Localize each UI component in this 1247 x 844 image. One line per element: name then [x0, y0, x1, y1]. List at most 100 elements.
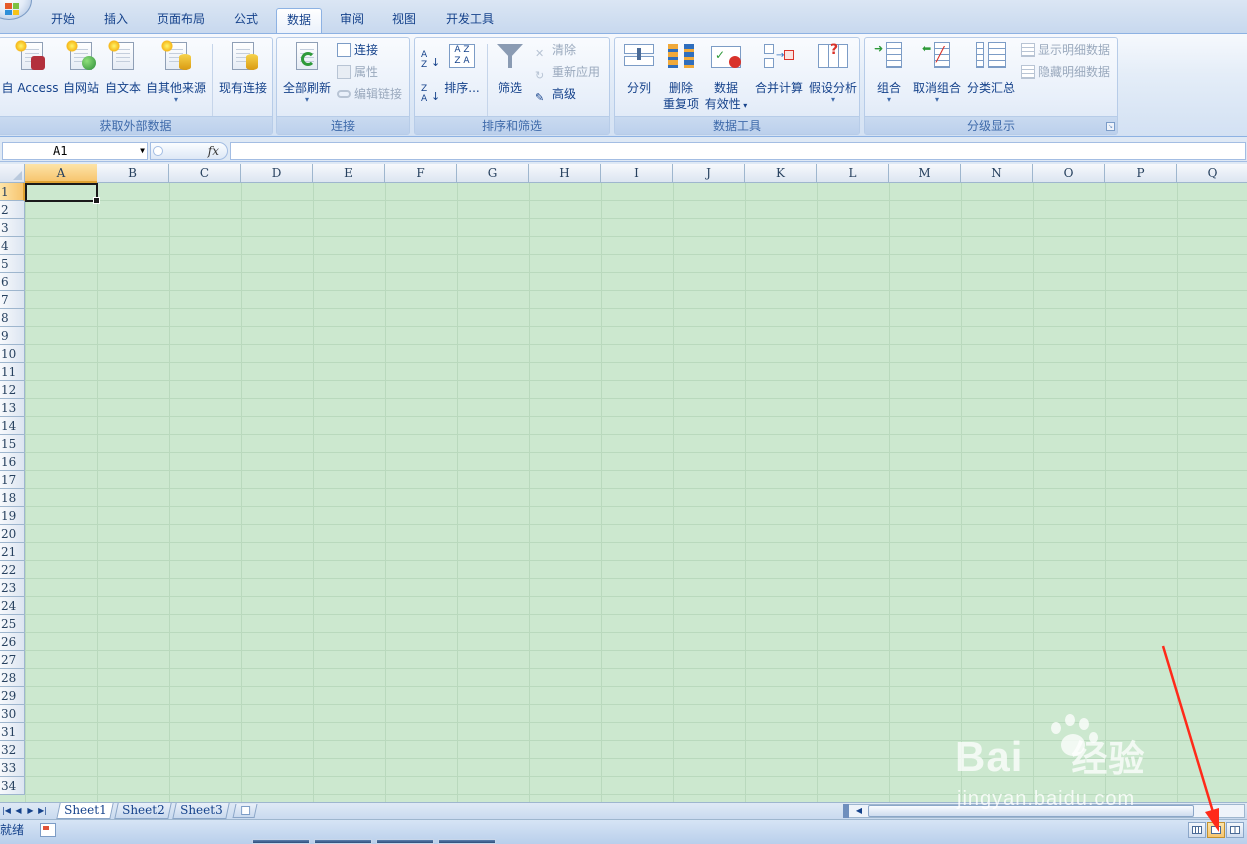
page-break-preview-button[interactable] [1226, 822, 1244, 838]
sort-button[interactable]: A ZZ A 排序... [443, 40, 481, 96]
column-header-d[interactable]: D [241, 164, 313, 183]
ungroup-button[interactable]: ⬅ ╱ 取消组合 ▾ [909, 40, 965, 104]
column-header-l[interactable]: L [817, 164, 889, 183]
column-header-i[interactable]: I [601, 164, 673, 183]
row-header-16[interactable]: 16 [0, 453, 25, 471]
properties-button[interactable]: 属性 [337, 62, 378, 82]
from-access-button[interactable]: 自 Access [1, 40, 59, 96]
row-header-29[interactable]: 29 [0, 687, 25, 705]
tab-review[interactable]: 审阅 [332, 8, 372, 34]
row-header-2[interactable]: 2 [0, 201, 25, 219]
row-header-4[interactable]: 4 [0, 237, 25, 255]
cell-area[interactable] [25, 183, 1247, 802]
tab-view[interactable]: 视图 [384, 8, 424, 34]
subtotal-button[interactable]: 分类汇总 [965, 40, 1017, 96]
row-header-24[interactable]: 24 [0, 597, 25, 615]
row-header-30[interactable]: 30 [0, 705, 25, 723]
row-header-26[interactable]: 26 [0, 633, 25, 651]
column-header-p[interactable]: P [1105, 164, 1177, 183]
connections-button[interactable]: 连接 [337, 40, 378, 60]
tab-home[interactable]: 开始 [44, 8, 82, 34]
active-cell[interactable] [25, 183, 100, 204]
formula-input[interactable] [230, 142, 1246, 160]
taskbar-item[interactable] [376, 839, 434, 844]
row-header-25[interactable]: 25 [0, 615, 25, 633]
page-layout-view-button[interactable] [1207, 822, 1225, 838]
row-header-3[interactable]: 3 [0, 219, 25, 237]
tab-insert[interactable]: 插入 [95, 8, 137, 34]
sort-descending-button[interactable]: ZA ↓ [419, 84, 441, 108]
sheet-tab-sheet3[interactable]: Sheet3 [172, 803, 230, 819]
row-header-21[interactable]: 21 [0, 543, 25, 561]
horizontal-scroll-thumb[interactable] [868, 805, 1194, 817]
insert-function-icon[interactable]: fx [208, 143, 219, 159]
tab-page-layout[interactable]: 页面布局 [148, 8, 214, 34]
column-header-f[interactable]: F [385, 164, 457, 183]
row-header-18[interactable]: 18 [0, 489, 25, 507]
remove-duplicates-button[interactable]: 删除 重复项 [661, 40, 701, 112]
row-header-22[interactable]: 22 [0, 561, 25, 579]
row-header-32[interactable]: 32 [0, 741, 25, 759]
column-header-e[interactable]: E [313, 164, 385, 183]
data-validation-button[interactable]: ✓ 数据 有效性 ▾ [703, 40, 749, 114]
taskbar-item[interactable] [252, 839, 310, 844]
dialog-launcher-icon[interactable]: ↘ [1106, 122, 1115, 131]
row-header-33[interactable]: 33 [0, 759, 25, 777]
advanced-filter-button[interactable]: ✎ 高级 [535, 84, 576, 104]
row-header-13[interactable]: 13 [0, 399, 25, 417]
name-box-dropdown-icon[interactable]: ▼ [140, 143, 145, 159]
row-header-34[interactable]: 34 [0, 777, 25, 795]
row-header-7[interactable]: 7 [0, 291, 25, 309]
scroll-left-icon[interactable]: ◀ [852, 805, 866, 817]
row-header-27[interactable]: 27 [0, 651, 25, 669]
row-header-15[interactable]: 15 [0, 435, 25, 453]
reapply-button[interactable]: ↻ 重新应用 [535, 62, 600, 82]
row-header-31[interactable]: 31 [0, 723, 25, 741]
column-header-a[interactable]: A [25, 164, 98, 183]
existing-connections-button[interactable]: 现有连接 [217, 40, 269, 96]
column-header-h[interactable]: H [529, 164, 601, 183]
sheet-tab-sheet1[interactable]: Sheet1 [56, 803, 114, 819]
row-header-17[interactable]: 17 [0, 471, 25, 489]
name-box[interactable]: A1 ▼ [2, 142, 148, 160]
tab-split-handle[interactable] [843, 804, 849, 818]
formula-bar-resize-handle[interactable] [153, 146, 163, 156]
tab-formulas[interactable]: 公式 [226, 8, 266, 34]
insert-sheet-button[interactable] [232, 804, 258, 818]
filter-button[interactable]: 筛选 [491, 40, 529, 96]
normal-view-button[interactable] [1188, 822, 1206, 838]
select-all-button[interactable] [0, 164, 25, 183]
column-header-b[interactable]: B [97, 164, 169, 183]
clear-filter-button[interactable]: ✕ 清除 [535, 40, 576, 60]
show-detail-button[interactable]: 显示明细数据 [1021, 40, 1110, 60]
column-header-n[interactable]: N [961, 164, 1033, 183]
sort-ascending-button[interactable]: AZ ↓ [419, 50, 441, 74]
column-header-g[interactable]: G [457, 164, 529, 183]
macro-record-icon[interactable] [40, 823, 56, 837]
column-header-j[interactable]: J [673, 164, 745, 183]
row-header-5[interactable]: 5 [0, 255, 25, 273]
hide-detail-button[interactable]: 隐藏明细数据 [1021, 62, 1110, 82]
what-if-analysis-button[interactable]: ? 假设分析 ▾ [807, 40, 859, 104]
row-header-28[interactable]: 28 [0, 669, 25, 687]
column-header-c[interactable]: C [169, 164, 241, 183]
from-other-sources-button[interactable]: 自其他来源 ▾ [145, 40, 207, 104]
sheet-tab-sheet2[interactable]: Sheet2 [114, 803, 172, 819]
row-header-8[interactable]: 8 [0, 309, 25, 327]
tab-data[interactable]: 数据 [276, 8, 322, 34]
row-header-14[interactable]: 14 [0, 417, 25, 435]
text-to-columns-button[interactable]: 分列 [619, 40, 659, 96]
from-text-button[interactable]: 自文本 [103, 40, 143, 96]
column-header-o[interactable]: O [1033, 164, 1105, 183]
row-header-19[interactable]: 19 [0, 507, 25, 525]
group-button[interactable]: ➜ 组合 ▾ [871, 40, 907, 104]
row-header-9[interactable]: 9 [0, 327, 25, 345]
refresh-all-button[interactable]: 全部刷新 ▾ [279, 40, 335, 104]
row-header-12[interactable]: 12 [0, 381, 25, 399]
row-header-11[interactable]: 11 [0, 363, 25, 381]
row-header-1[interactable]: 1 [0, 183, 25, 201]
row-header-6[interactable]: 6 [0, 273, 25, 291]
row-header-23[interactable]: 23 [0, 579, 25, 597]
last-sheet-icon[interactable]: ▶| [36, 804, 49, 818]
taskbar-item[interactable] [438, 839, 496, 844]
